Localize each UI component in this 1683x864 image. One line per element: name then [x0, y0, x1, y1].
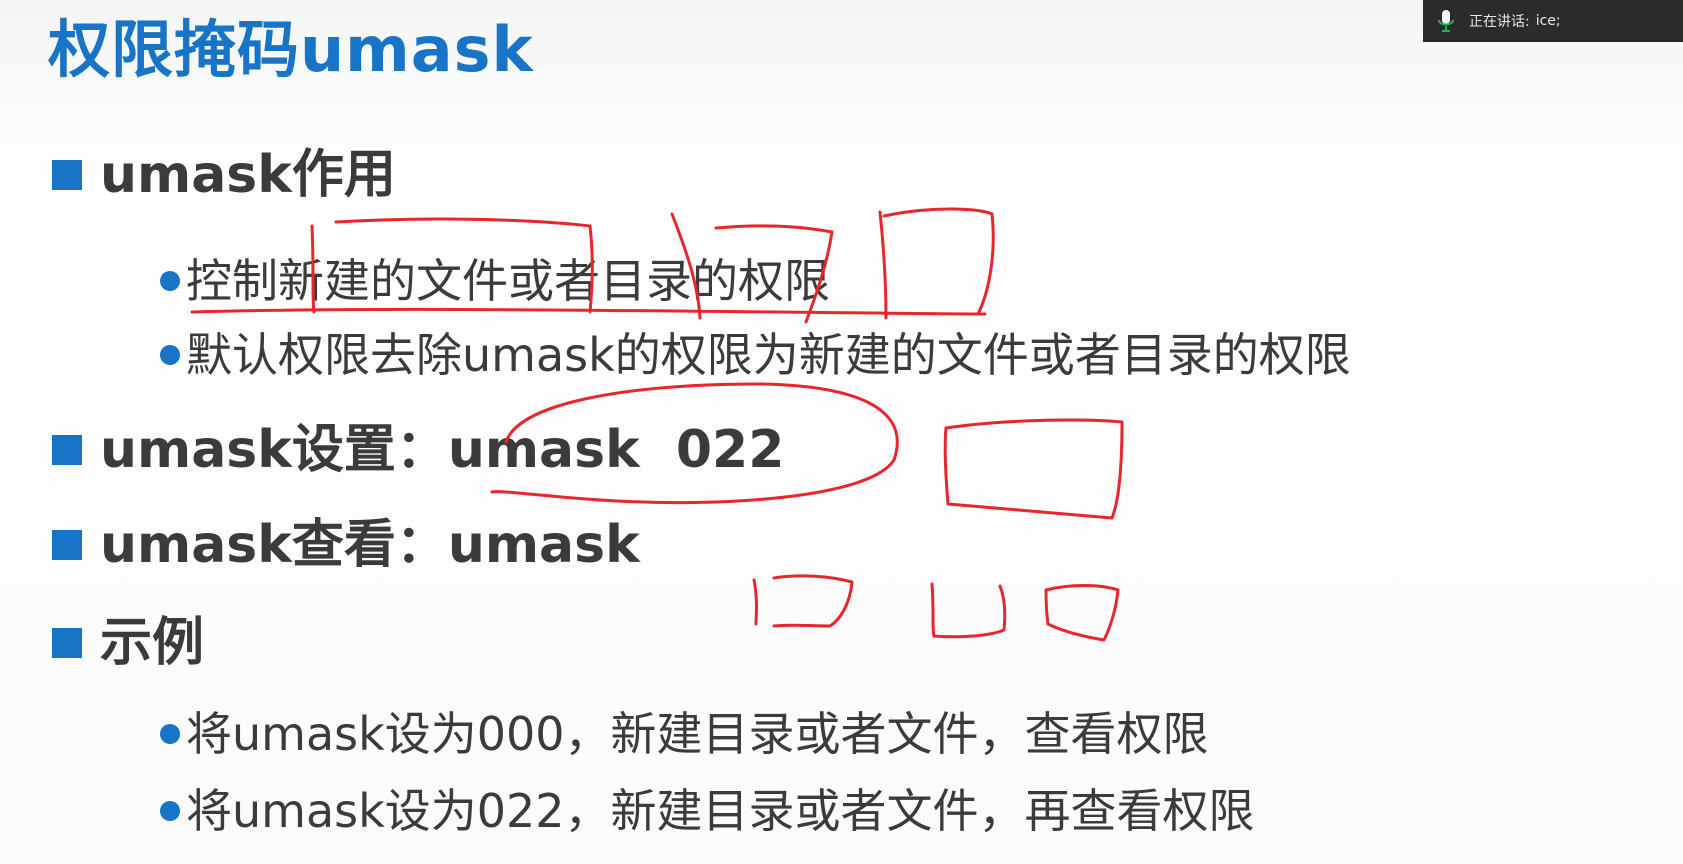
section-heading: umask作用: [100, 145, 396, 205]
annotation-small-1b: [772, 574, 854, 628]
sub-bullet-text: 控制新建的文件或者目录的权限: [186, 254, 830, 308]
annotation-small-1: [752, 578, 758, 626]
sub-bullet-example-022: 将umask设为022，新建目录或者文件，再查看权限: [160, 780, 1255, 842]
speaking-indicator: 正在讲话: ice;: [1423, 0, 1683, 42]
microphone-icon: [1438, 10, 1454, 32]
section-heading: umask查看：umask: [100, 515, 640, 575]
annotation-bracket-6: [882, 207, 995, 316]
square-bullet-icon: [52, 160, 82, 190]
section-heading: umask设置：umask 022: [100, 420, 785, 480]
annotation-bracket-5: [878, 210, 888, 320]
dot-bullet-icon: [160, 271, 180, 291]
square-bullet-icon: [52, 435, 82, 465]
annotation-small-3: [1044, 584, 1120, 642]
speaking-label: 正在讲话:: [1469, 14, 1530, 30]
bullet-umask-view: umask查看：umask: [52, 510, 640, 580]
speaker-name: ice;: [1535, 13, 1561, 29]
annotation-box: [943, 418, 1124, 520]
sub-bullet-example-000: 将umask设为000，新建目录或者文件，查看权限: [160, 703, 1209, 765]
sub-bullet-text: 将umask设为022，新建目录或者文件，再查看权限: [186, 784, 1255, 838]
section-heading: 示例: [100, 613, 205, 673]
bullet-examples: 示例: [52, 608, 204, 678]
bullet-umask-set: umask设置：umask 022: [52, 415, 784, 485]
slide-title: 权限掩码umask: [48, 13, 534, 86]
dot-bullet-icon: [160, 724, 180, 744]
sub-bullet-text: 将umask设为000，新建目录或者文件，查看权限: [186, 707, 1209, 761]
square-bullet-icon: [52, 530, 82, 560]
dot-bullet-icon: [160, 801, 180, 821]
sub-bullet-text: 默认权限去除umask的权限为新建的文件或者目录的权限: [186, 328, 1351, 382]
bullet-umask-purpose: umask作用: [52, 140, 396, 210]
slide: 权限掩码umask umask作用 控制新建的文件或者目录的权限 默认权限去除u…: [0, 0, 1683, 864]
annotation-small-2: [930, 582, 1007, 639]
sub-bullet-control-permissions: 控制新建的文件或者目录的权限: [160, 250, 830, 312]
square-bullet-icon: [52, 628, 82, 658]
sub-bullet-default-permissions: 默认权限去除umask的权限为新建的文件或者目录的权限: [160, 324, 1351, 386]
dot-bullet-icon: [160, 345, 180, 365]
